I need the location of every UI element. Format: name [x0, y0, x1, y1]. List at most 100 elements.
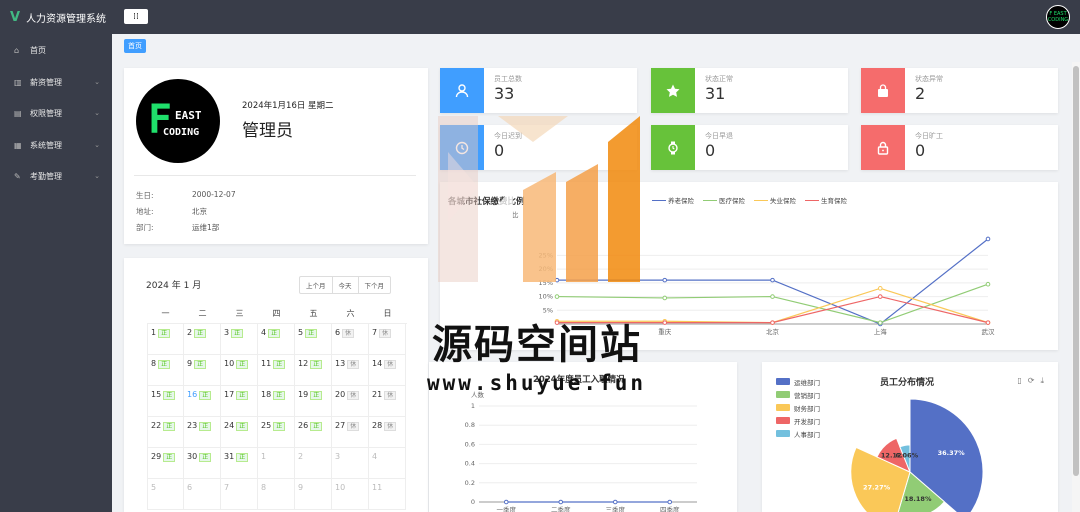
permission-icon: ▤ [14, 109, 22, 119]
calendar-day[interactable]: 6休 [332, 324, 369, 355]
calendar-day[interactable]: 2 [295, 448, 332, 479]
stat-icon-box [440, 68, 484, 113]
watermark-logo [438, 116, 640, 282]
calendar-day[interactable]: 16 正 [184, 386, 221, 417]
calendar-day[interactable]: 4 [369, 448, 406, 479]
calendar-day[interactable]: 18 正 [258, 386, 295, 417]
workday-tag: 正 [194, 360, 207, 369]
employee-distribution-chart: 运维部门 营销部门 财务部门 开发部门 人事部门 员工分布情况 ▯ ⟳ ⤓ 36.37%… [762, 362, 1058, 512]
calendar-days: 1 正 2 正 3 正 4 正 5 正 6 休 7 休 8 正 9 正 10 正 11 正 12 正 13 休 14 休 15 正 16 正 1… [147, 324, 407, 510]
calendar-day[interactable]: 8正 [147, 355, 184, 386]
app-brand[interactable]: V 人力资源管理系统 [0, 0, 112, 34]
stat-card-absent[interactable]: 今日旷工 0 [861, 125, 1058, 170]
data-point [770, 277, 775, 283]
sidebar-item-system[interactable]: ▦ 系统管理 ⌄ [0, 130, 112, 162]
stat-value: 0 [915, 141, 926, 160]
day-number: 29 [151, 452, 162, 461]
stat-card-normal[interactable]: 状态正常 31 [651, 68, 848, 113]
pie-chart-plot: 36.37%18.18%27.27%12.12%6.06% [850, 398, 984, 512]
y-tick-label: 10% [539, 293, 553, 301]
stat-card-total[interactable]: 员工总数 33 [440, 68, 637, 113]
calendar-day[interactable]: 31 正 [221, 448, 258, 479]
stat-label: 员工总数 [494, 75, 522, 83]
today-button[interactable]: 今天 [333, 277, 359, 293]
calendar-day[interactable]: 1 [258, 448, 295, 479]
user-avatar[interactable]: F EAST CODING [1046, 5, 1070, 29]
day-number: 16 [187, 390, 198, 399]
calendar-day[interactable]: 11 正 [258, 355, 295, 386]
data-point [554, 294, 560, 299]
stat-icon-box [651, 68, 695, 113]
day-number: 21 [372, 390, 383, 399]
day-number: 3 [224, 328, 230, 337]
calendar-day[interactable]: 28 休 [369, 417, 406, 448]
calendar-day[interactable]: 24 正 [221, 417, 258, 448]
y-tick-label: 1 [471, 402, 475, 410]
weekday: 二 [198, 309, 207, 318]
calendar-day[interactable]: 8 [258, 479, 295, 510]
sidebar: ⌂ 首页 ▥ 薪资管理 ⌄ ▤ 权限管理 ⌄ ▦ 系统管理 ⌄ ✎ 考勤管理 ⌄ [0, 34, 112, 512]
rest-day-tag: 休 [384, 360, 397, 369]
calendar-day[interactable]: 5 [147, 479, 184, 510]
calendar-day[interactable]: 19 正 [295, 386, 332, 417]
calendar-day[interactable]: 10 正 [221, 355, 258, 386]
calendar-day[interactable]: 10 [332, 479, 369, 510]
calendar-day[interactable]: 26 正 [295, 417, 332, 448]
calendar-day[interactable]: 14 休 [369, 355, 406, 386]
data-point [662, 277, 668, 283]
day-number: 4 [372, 452, 378, 461]
calendar-day[interactable]: 3 [332, 448, 369, 479]
sidebar-item-salary[interactable]: ▥ 薪资管理 ⌄ [0, 67, 112, 99]
calendar-day[interactable]: 6 [184, 479, 221, 510]
user-icon [455, 83, 469, 97]
day-number: 7 [224, 483, 230, 492]
calendar-day[interactable]: 30 正 [184, 448, 221, 479]
calendar-day[interactable]: 13 休 [332, 355, 369, 386]
menu-toggle-button[interactable]: ⁞⁞ [124, 9, 148, 24]
calendar-day[interactable]: 11 [369, 479, 406, 510]
calendar-day[interactable]: 3正 [221, 324, 258, 355]
day-number: 12 [298, 359, 309, 368]
field-label: 地址: [136, 207, 154, 216]
stat-card-abnormal[interactable]: 状态异常 2 [861, 68, 1058, 113]
workday-tag: 正 [163, 422, 176, 431]
day-number: 9 [298, 483, 304, 492]
calendar-day[interactable]: 29 正 [147, 448, 184, 479]
calendar-day[interactable]: 20 休 [332, 386, 369, 417]
attendance-icon: ✎ [14, 172, 21, 182]
weekday: 日 [383, 309, 392, 318]
stat-card-early-leave[interactable]: 今日早退 0 [651, 125, 848, 170]
calendar-day[interactable]: 25 正 [258, 417, 295, 448]
y-tick-label: 0 [471, 498, 475, 506]
next-month-button[interactable]: 下个月 [359, 277, 391, 293]
calendar-day[interactable]: 17 正 [221, 386, 258, 417]
workday-tag: 正 [273, 360, 286, 369]
calendar-day[interactable]: 2正 [184, 324, 221, 355]
calendar-day[interactable]: 9 [295, 479, 332, 510]
calendar-day[interactable]: 15 正 [147, 386, 184, 417]
calendar-day[interactable]: 7休 [369, 324, 406, 355]
calendar-day[interactable]: 4正 [258, 324, 295, 355]
calendar-day[interactable]: 27 休 [332, 417, 369, 448]
sidebar-item-attendance[interactable]: ✎ 考勤管理 ⌄ [0, 161, 112, 193]
data-point [877, 294, 883, 299]
calendar-day[interactable]: 12 正 [295, 355, 332, 386]
prev-month-button[interactable]: 上个月 [300, 277, 333, 293]
workday-tag: 正 [310, 422, 323, 431]
calendar-day[interactable]: 21 休 [369, 386, 406, 417]
calendar-day[interactable]: 9正 [184, 355, 221, 386]
sidebar-item-home[interactable]: ⌂ 首页 [0, 35, 112, 67]
breadcrumb-tag-home[interactable]: 首页 [124, 39, 146, 53]
star-icon [666, 84, 680, 97]
day-number: 10 [224, 359, 235, 368]
workday-tag: 正 [158, 329, 171, 338]
stat-value: 0 [705, 141, 716, 160]
sidebar-item-permission[interactable]: ▤ 权限管理 ⌄ [0, 98, 112, 130]
scrollbar-thumb[interactable] [1073, 66, 1079, 476]
calendar-day[interactable]: 7 [221, 479, 258, 510]
calendar-day[interactable]: 5正 [295, 324, 332, 355]
calendar-day[interactable]: 1正 [147, 324, 184, 355]
calendar-day[interactable]: 22 正 [147, 417, 184, 448]
stat-label: 今日早退 [705, 132, 733, 140]
calendar-day[interactable]: 23 正 [184, 417, 221, 448]
